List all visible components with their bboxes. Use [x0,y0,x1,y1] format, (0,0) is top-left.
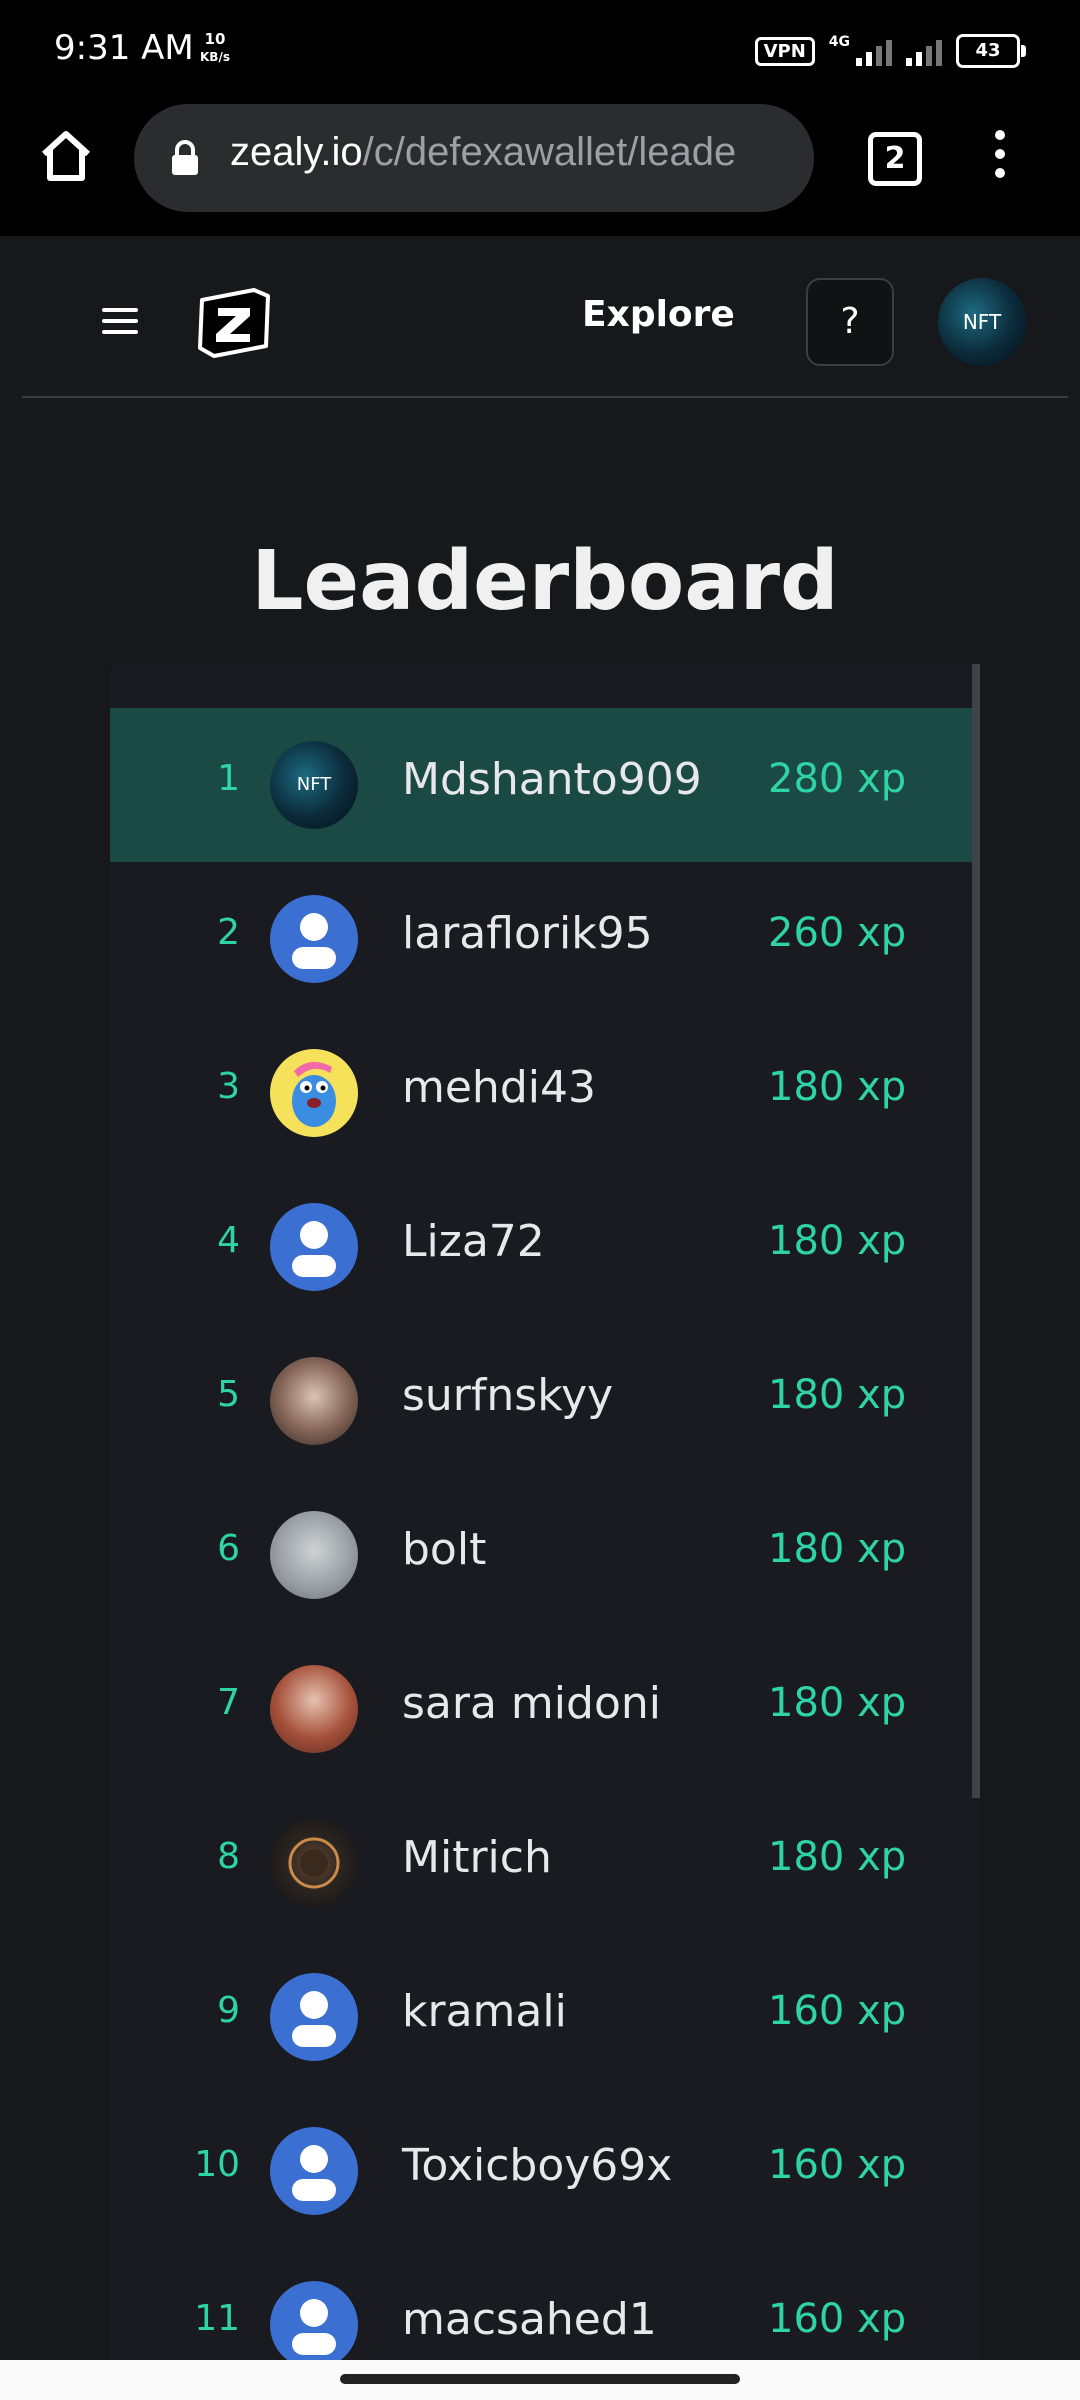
username[interactable]: laraflorik95 [402,908,653,959]
username[interactable]: Mitrich [402,1832,552,1883]
status-bar: 9:31 AM 10 KB/s VPN 4G 43 [0,0,1080,100]
tab-switcher-button[interactable]: 2 [868,132,922,186]
page-title: Leaderboard [251,534,839,629]
username[interactable]: Liza72 [402,1216,545,1267]
lock-icon [172,140,198,175]
rank: 5 [217,1374,240,1415]
xp-value: 180 xp [768,1834,907,1880]
overflow-menu-icon[interactable] [990,130,1010,186]
browser-toolbar: zealy.io/c/defexawallet/leade 2 [0,100,1080,236]
leaderboard-row[interactable]: 7 sara midoni 180 xp [110,1632,980,1786]
user-avatar[interactable]: NFT [938,278,1026,366]
username[interactable]: sara midoni [402,1678,661,1729]
app-header: Explore ? NFT [0,236,1080,398]
address-bar[interactable]: zealy.io/c/defexawallet/leade [134,104,814,212]
xp-value: 180 xp [768,1372,907,1418]
default-avatar-icon [270,1973,358,2061]
username[interactable]: bolt [402,1524,486,1575]
zealy-logo[interactable] [194,286,274,360]
photo-avatar [270,1511,358,1599]
leaderboard-row[interactable]: 8 Mitrich 180 xp [110,1786,980,1940]
cartoon-avatar [270,1049,358,1137]
default-avatar-icon [270,895,358,983]
username[interactable]: mehdi43 [402,1062,596,1113]
username[interactable]: macsahed1 [402,2294,657,2345]
rank: 6 [217,1528,240,1569]
xp-value: 160 xp [768,2142,907,2188]
default-avatar-icon [270,1203,358,1291]
rank: 10 [194,2144,240,2185]
header-divider [22,396,1068,398]
rank: 3 [217,1066,240,1107]
leaderboard-row[interactable]: 11 macsahed1 160 xp [110,2248,980,2364]
xp-value: 180 xp [768,1526,907,1572]
signal-icon [856,36,892,66]
username[interactable]: surfnskyy [402,1370,613,1421]
help-button[interactable]: ? [806,278,894,366]
rank: 1 [217,758,240,799]
home-icon[interactable] [36,126,96,186]
rank: 7 [217,1682,240,1723]
rank: 11 [194,2298,240,2339]
leaderboard-row[interactable]: 6 bolt 180 xp [110,1478,980,1632]
leaderboard-row[interactable]: 1 NFT Mdshanto909 280 xp [110,708,980,862]
rank: 9 [217,1990,240,2031]
xp-value: 180 xp [768,1064,907,1110]
network-type: 4G [828,34,850,50]
vpn-icon: VPN [754,36,815,66]
scrollbar[interactable] [972,664,980,1798]
username[interactable]: Mdshanto909 [402,754,702,805]
default-avatar-icon [270,2127,358,2215]
status-icons: VPN 4G 43 [754,34,1026,68]
username[interactable]: Toxicboy69x [402,2140,672,2191]
rank: 2 [217,912,240,953]
network-speed-unit: KB/s [200,50,230,64]
home-indicator[interactable] [340,2374,740,2384]
xp-value: 280 xp [768,756,907,802]
rank: 4 [217,1220,240,1261]
url-host: zealy.io [230,130,363,174]
photo-avatar [270,1357,358,1445]
leaderboard-row[interactable]: 2 laraflorik95 260 xp [110,862,980,1016]
xp-value: 260 xp [768,910,907,956]
xp-value: 160 xp [768,1988,907,2034]
logo-avatar [270,1819,358,1907]
leaderboard-row[interactable]: 4 Liza72 180 xp [110,1170,980,1324]
default-avatar-icon [270,2281,358,2364]
url-path: /c/defexawallet/leade [362,130,737,174]
hamburger-menu-icon[interactable] [102,308,138,341]
rank: 8 [217,1836,240,1877]
status-time: 9:31 AM [54,28,194,68]
leaderboard-list[interactable]: 1 NFT Mdshanto909 280 xp 2 laraflorik95 … [110,664,980,2364]
signal-icon-2 [906,36,942,66]
xp-value: 160 xp [768,2296,907,2342]
leaderboard-row[interactable]: 10 Toxicboy69x 160 xp [110,2094,980,2248]
username[interactable]: kramali [402,1986,567,2037]
leaderboard-row[interactable]: 9 kramali 160 xp [110,1940,980,2094]
explore-link[interactable]: Explore [582,294,735,335]
user-avatar-nft: NFT [270,741,358,829]
network-speed: 10 KB/s [200,30,230,66]
xp-value: 180 xp [768,1218,907,1264]
battery-icon: 43 [956,34,1026,68]
leaderboard-row[interactable]: 5 surfnskyy 180 xp [110,1324,980,1478]
leaderboard-row[interactable]: 3 mehdi43 180 xp [110,1016,980,1170]
url-text[interactable]: zealy.io/c/defexawallet/leade [230,130,736,175]
xp-value: 180 xp [768,1680,907,1726]
network-speed-value: 10 [204,30,226,48]
photo-avatar [270,1665,358,1753]
